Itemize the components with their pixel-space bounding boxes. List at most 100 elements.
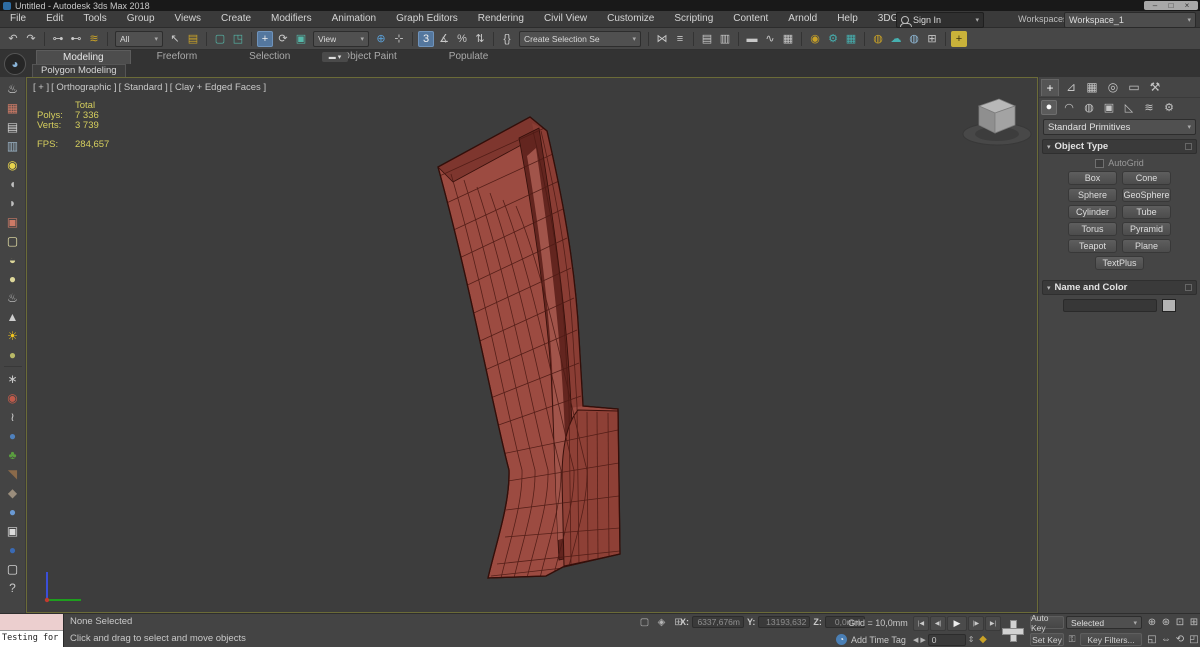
bird-icon[interactable]: ◥ xyxy=(4,465,22,483)
select-and-manipulate-icon[interactable]: ⊹ xyxy=(391,31,407,47)
selection-set-dropdown[interactable]: Selected ▾ xyxy=(1066,616,1142,629)
helpers-category[interactable]: ◺ xyxy=(1121,100,1137,115)
reference-coordinate-system-dropdown[interactable]: View▾ xyxy=(313,31,369,47)
toggle-layer-explorer-icon[interactable]: ▥ xyxy=(717,31,733,47)
select-and-move-icon[interactable]: + xyxy=(257,31,273,47)
select-object-icon[interactable]: ↖ xyxy=(167,31,183,47)
help-icon[interactable]: ? xyxy=(4,579,22,597)
create-tube-button[interactable]: Tube xyxy=(1122,205,1171,219)
play-button[interactable]: ▶ xyxy=(947,616,967,631)
selection-filter-dropdown[interactable]: All▾ xyxy=(115,31,163,47)
menu-animation[interactable]: Animation xyxy=(322,11,386,27)
material-editor-icon[interactable]: ◉ xyxy=(807,31,823,47)
tab-selection[interactable]: Selection xyxy=(223,50,316,64)
maximize-button[interactable]: □ xyxy=(1164,1,1178,10)
rectangular-selection-region-icon[interactable]: ▢ xyxy=(212,31,228,47)
space-warp-icon[interactable]: ∗ xyxy=(4,370,22,388)
macro-recorder-pane[interactable] xyxy=(0,614,63,631)
workspace-dropdown[interactable]: Workspace_1 ▾ xyxy=(1064,12,1196,28)
space-warps-category[interactable]: ≋ xyxy=(1141,100,1157,115)
modify-tab[interactable]: ⊿ xyxy=(1062,79,1080,96)
foliage-icon[interactable]: ♣ xyxy=(4,446,22,464)
menu-edit[interactable]: Edit xyxy=(36,11,73,27)
undo-icon[interactable]: ↶ xyxy=(5,31,21,47)
tab-polygon-modeling[interactable]: Polygon Modeling xyxy=(32,64,126,78)
systems-category[interactable]: ⚙ xyxy=(1161,100,1177,115)
unlink-selection-icon[interactable]: ⊷ xyxy=(68,31,84,47)
plane-primitive-icon[interactable]: ▢ xyxy=(4,232,22,250)
set-keys-button[interactable] xyxy=(999,616,1027,645)
menu-file[interactable]: File xyxy=(0,11,36,27)
add-plugin-icon[interactable]: + xyxy=(951,31,967,47)
display-tab[interactable]: ▭ xyxy=(1125,79,1143,96)
render-production-icon[interactable]: ◍ xyxy=(870,31,886,47)
create-plane-button[interactable]: Plane xyxy=(1122,239,1171,253)
key-mode-toggle-icon[interactable]: ◆ xyxy=(976,633,989,646)
rendered-frame-window-icon[interactable]: ▦ xyxy=(843,31,859,47)
use-pivot-point-center-icon[interactable]: ⊕ xyxy=(373,31,389,47)
rock-icon[interactable]: ◆ xyxy=(4,484,22,502)
geometry-category[interactable]: ● xyxy=(1041,100,1057,115)
orbit-icon[interactable]: ⟲ xyxy=(1174,633,1186,646)
render-flyout-icon[interactable]: ◍ xyxy=(906,31,922,47)
snaps-toggle-icon[interactable]: 3 xyxy=(418,31,434,47)
camera-create-icon[interactable]: ▣ xyxy=(4,213,22,231)
zoom-extents-all-icon[interactable]: ⊞ xyxy=(1188,616,1200,629)
name-and-color-rollout-header[interactable]: ▾ Name and Color xyxy=(1042,280,1197,295)
menu-group[interactable]: Group xyxy=(117,11,165,27)
named-selection-sets-icon[interactable]: {} xyxy=(499,31,515,47)
key-filter-icon[interactable]: ⚿ xyxy=(1066,633,1078,646)
zoom-extents-icon[interactable]: ⊡ xyxy=(1174,616,1186,629)
property-explorer-icon[interactable]: ▥ xyxy=(4,137,22,155)
cameras-category[interactable]: ▣ xyxy=(1101,100,1117,115)
select-and-link-icon[interactable]: ⊶ xyxy=(50,31,66,47)
menu-tools[interactable]: Tools xyxy=(73,11,116,27)
selection-lock-icon[interactable]: ◈ xyxy=(655,616,668,629)
autogrid-checkbox[interactable] xyxy=(1095,159,1104,168)
sphere-primitive-icon[interactable]: ● xyxy=(4,270,22,288)
y-coordinate-field[interactable]: 13193,632 xyxy=(758,616,810,628)
compound-object-icon[interactable]: ◉ xyxy=(4,389,22,407)
zoom-icon[interactable]: ⊕ xyxy=(1146,616,1158,629)
listener-pane[interactable]: Testing for | xyxy=(0,631,63,647)
menu-help[interactable]: Help xyxy=(827,11,868,27)
viewport[interactable]: [ + ][ Orthographic ][ Standard ][ Clay … xyxy=(26,77,1038,613)
toggle-ribbon-icon[interactable]: ▬ xyxy=(744,31,760,47)
menu-graph-editors[interactable]: Graph Editors xyxy=(386,11,468,27)
layer-explorer-icon[interactable]: ▤ xyxy=(4,118,22,136)
select-and-scale-icon[interactable]: ▣ xyxy=(293,31,309,47)
next-key-icon[interactable]: ▶ xyxy=(920,636,925,644)
sun-light-icon[interactable]: ☀ xyxy=(4,327,22,345)
current-frame-field[interactable]: 0 xyxy=(928,634,966,646)
object-name-input[interactable] xyxy=(1063,299,1157,312)
maximize-viewport-toggle-icon[interactable]: ◰ xyxy=(1188,633,1200,646)
teapot-create-icon[interactable]: ♨ xyxy=(4,80,22,98)
angle-snap-icon[interactable]: ∡ xyxy=(436,31,452,47)
tab-freeform[interactable]: Freeform xyxy=(131,50,224,64)
ribbon-options-button[interactable]: ▬ ▾ xyxy=(322,52,348,62)
menu-views[interactable]: Views xyxy=(165,11,212,27)
create-teapot-button[interactable]: Teapot xyxy=(1068,239,1117,253)
curve-editor-icon[interactable]: ∿ xyxy=(762,31,778,47)
create-torus-button[interactable]: Torus xyxy=(1068,222,1117,236)
previous-frame-button[interactable]: ◀| xyxy=(930,616,946,631)
menu-content[interactable]: Content xyxy=(723,11,778,27)
clone-icon[interactable]: ▣ xyxy=(4,522,22,540)
menu-create[interactable]: Create xyxy=(211,11,261,27)
pan-icon[interactable]: ⇔ xyxy=(1160,633,1172,646)
bones-icon[interactable]: ≀ xyxy=(4,408,22,426)
next-frame-button[interactable]: |▶ xyxy=(968,616,984,631)
copy-icon[interactable]: ▢ xyxy=(4,560,22,578)
material-sphere-icon[interactable]: ● xyxy=(4,503,22,521)
geosphere-primitive-icon[interactable]: ● xyxy=(4,346,22,364)
select-by-name-icon[interactable]: ▤ xyxy=(185,31,201,47)
shapes-category[interactable]: ◠ xyxy=(1061,100,1077,115)
object-color-swatch[interactable] xyxy=(1162,299,1176,312)
create-tab[interactable]: + xyxy=(1041,79,1059,96)
photometric-light-icon[interactable]: ◗ xyxy=(4,194,22,212)
isolate-selection-icon[interactable]: ▢ xyxy=(638,616,651,629)
tab-populate[interactable]: Populate xyxy=(423,50,514,64)
grid-layout-icon[interactable]: ⊞ xyxy=(924,31,940,47)
teapot-primitive-icon[interactable]: ♨ xyxy=(4,289,22,307)
viewcube[interactable] xyxy=(957,88,1037,150)
